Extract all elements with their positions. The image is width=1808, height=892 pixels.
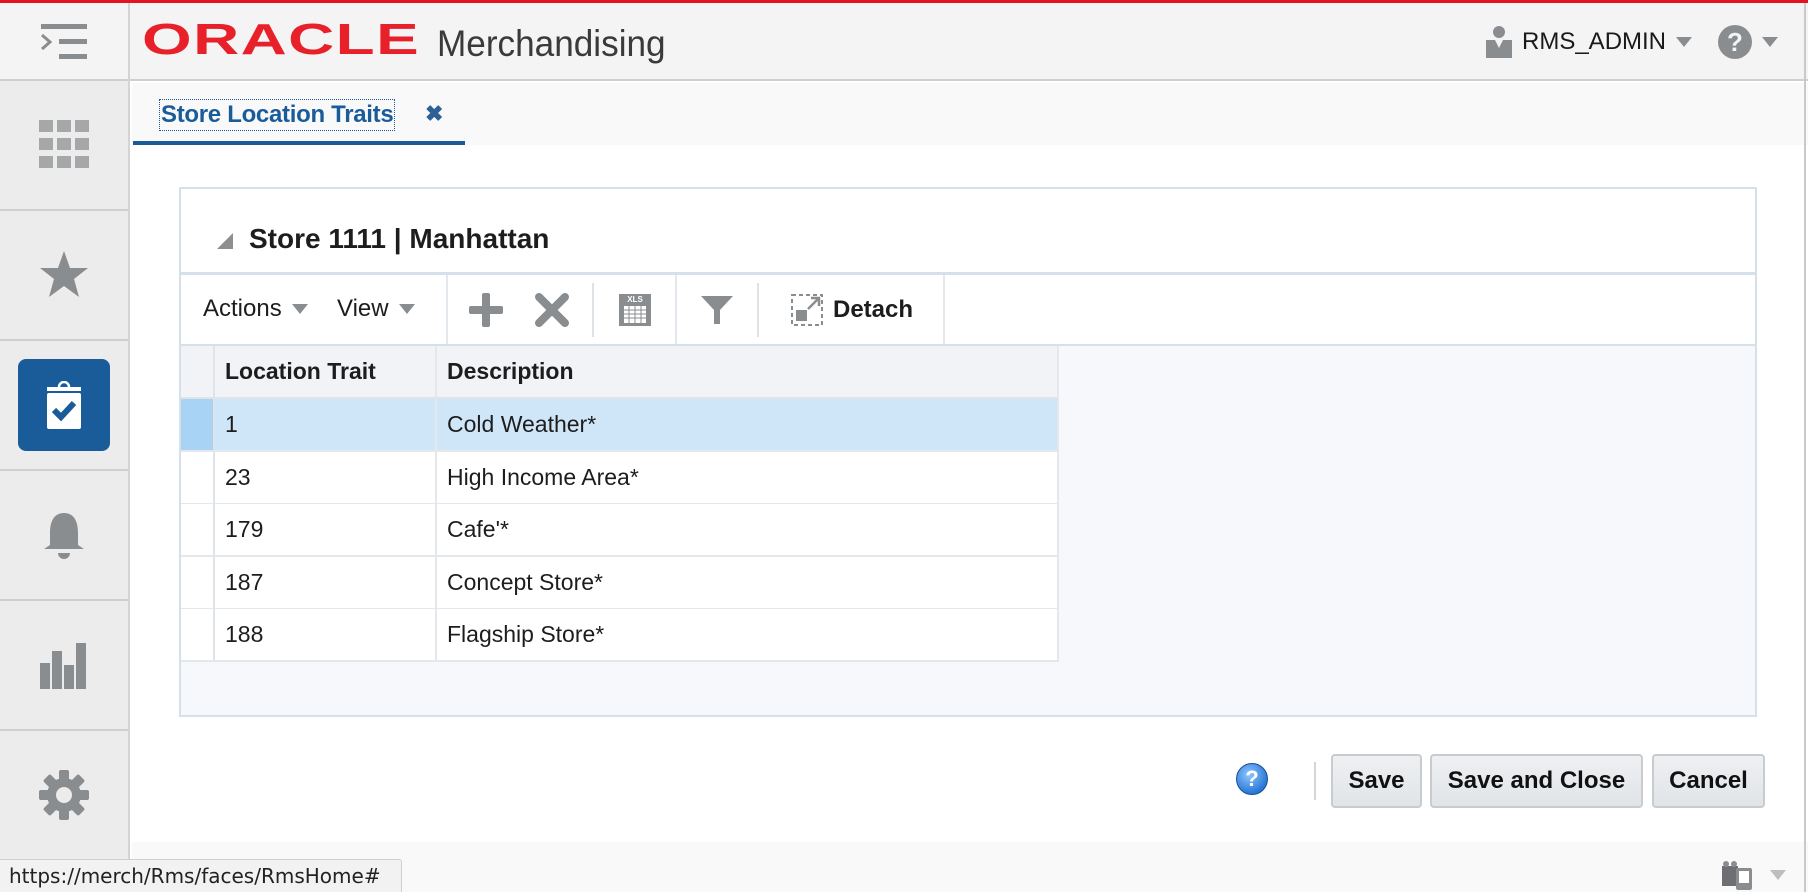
app-name: Merchandising [437,23,666,64]
cancel-button[interactable]: Cancel [1652,754,1765,808]
add-row-button[interactable] [465,289,507,331]
table-row[interactable]: 23 High Income Area* [181,451,1059,505]
location-trait-cell: 23 [215,451,437,505]
delete-x-icon [535,293,569,327]
table-header-row: Location Trait Description [181,346,1059,399]
delete-row-button[interactable] [531,289,573,331]
toolbar-divider [592,283,594,337]
description-cell: Flagship Store* [437,609,1059,662]
description-cell: Cold Weather* [437,399,1059,452]
user-icon [1486,26,1512,58]
table-row[interactable]: 187 Concept Store* [181,556,1059,610]
xls-badge: XLS [627,295,643,304]
export-to-excel-button[interactable]: XLS [614,289,656,331]
help-icon: ? [1718,25,1752,59]
actions-menu[interactable]: Actions [203,295,308,323]
grid-icon [39,120,89,168]
toolbar-divider [446,275,448,344]
table-row[interactable]: 179 Cafe'* [181,504,1059,557]
column-header-location-trait[interactable]: Location Trait [215,346,437,399]
close-tab-icon[interactable]: ✖ [425,101,443,127]
store-traits-panel: Store 1111 | Manhattan Actions View XLS … [179,187,1757,717]
view-menu[interactable]: View [337,295,415,323]
column-header-description[interactable]: Description [437,346,1059,399]
user-menu[interactable]: RMS_ADMIN [1486,22,1693,62]
row-selector[interactable] [181,556,215,610]
plus-icon [469,293,503,327]
sidebar-item-settings[interactable] [0,731,128,861]
chevron-down-icon [398,304,415,314]
table-row[interactable]: 188 Flagship Store* [181,609,1059,662]
detach-label: Detach [833,296,914,323]
sidebar-item-notifications[interactable] [0,471,128,601]
oracle-logo: ORACLE [142,18,419,62]
star-icon [40,251,88,297]
description-cell: Concept Store* [437,556,1059,610]
toolbar-divider [943,275,945,344]
chevron-down-icon [1676,37,1693,47]
footer-divider [1314,762,1316,800]
status-bar-url: https://merch/Rms/faces/RmsHome# [0,859,402,892]
sidebar [0,81,130,892]
filter-icon [701,296,733,324]
tab-label: Store Location Traits [159,99,396,131]
active-indicator [18,359,110,451]
table-row[interactable]: 1 Cold Weather* [181,399,1059,452]
table-toolbar: Actions View XLS Detach [181,275,1755,346]
help-menu[interactable]: ? [1718,22,1778,62]
navigator-menu-button[interactable] [0,3,130,81]
sidebar-item-tasks-grid[interactable] [0,81,128,211]
sidebar-item-reports[interactable] [0,601,128,731]
row-selector-header [181,346,215,399]
toolbar-divider [675,275,677,344]
row-selector[interactable] [181,451,215,505]
description-cell: Cafe'* [437,504,1059,557]
detach-icon [791,294,823,326]
chevron-down-icon [1762,37,1778,47]
clipboard-check-icon [47,381,81,429]
row-selector[interactable] [181,399,215,452]
description-cell: High Income Area* [437,451,1059,505]
hamburger-menu-icon [41,24,87,59]
window-edge [1804,3,1806,892]
panel-title: Store 1111 | Manhattan [249,223,550,254]
sidebar-item-favorites[interactable] [0,211,128,341]
toolbar-divider [757,283,759,337]
bar-chart-icon [40,643,86,689]
actions-label: Actions [203,295,282,322]
bell-icon [44,513,84,559]
location-trait-cell: 187 [215,556,437,610]
view-label: View [337,295,389,322]
accessibility-menu[interactable] [1722,860,1786,890]
collapse-disclosure-icon[interactable] [217,233,233,249]
row-selector[interactable] [181,609,215,662]
gear-icon [39,770,89,820]
save-button[interactable]: Save [1331,754,1422,808]
chevron-down-icon [291,304,308,314]
page-help-button[interactable]: ? [1236,763,1268,795]
location-trait-cell: 1 [215,399,437,452]
row-selector[interactable] [181,504,215,557]
save-and-close-button[interactable]: Save and Close [1430,754,1643,808]
panel-header[interactable]: Store 1111 | Manhattan [181,189,1755,275]
location-trait-cell: 179 [215,504,437,557]
xls-export-icon: XLS [619,294,651,326]
chevron-down-icon [1770,870,1786,880]
location-trait-cell: 188 [215,609,437,662]
tab-store-location-traits[interactable]: Store Location Traits ✖ [133,83,465,145]
detach-button[interactable]: Detach [791,289,913,331]
sidebar-item-tasks[interactable] [0,341,128,471]
accessibility-devices-icon [1722,861,1752,890]
user-name: RMS_ADMIN [1522,28,1667,55]
query-by-example-button[interactable] [696,289,738,331]
